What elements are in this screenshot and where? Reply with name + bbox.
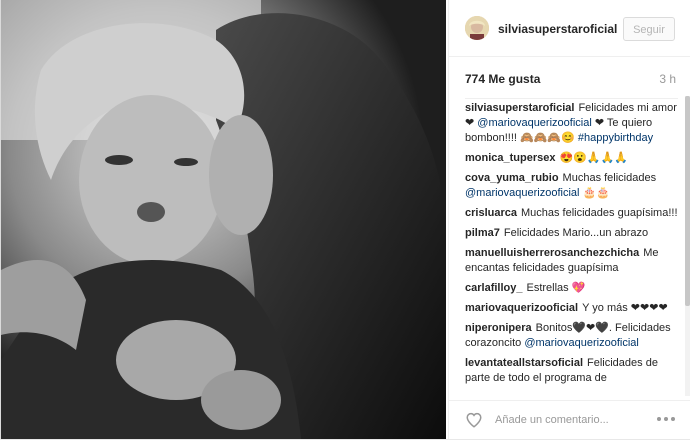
comment-text: Felicidades Mario...un abrazo [503,227,649,239]
comment-username[interactable]: carlafilloy_ [465,282,522,294]
comment-username[interactable]: manuelluisherrerosanchezchicha [465,247,639,259]
comment-text: Muchas felicidades guapísima!!! [520,207,678,219]
comment-username[interactable]: silviasuperstaroficial [465,102,574,114]
comment-item: monica_tupersex 😍😮🙏🙏🙏 [465,151,678,166]
comment-input[interactable] [493,409,647,431]
comment-username[interactable]: mariovaquerizooficial [465,302,578,314]
comment-username[interactable]: crisluarca [465,207,517,219]
post-author-username[interactable]: silviasuperstaroficial [498,22,617,36]
comment-mention[interactable]: @mariovaquerizooficial [477,117,592,129]
comment-text-suffix: 🎂🎂 [579,187,610,199]
comment-item: mariovaquerizooficial Y yo más ❤❤❤❤ [465,301,678,316]
comments-scrollbar[interactable] [685,96,690,396]
post-photo[interactable] [1,0,446,439]
comments-list: silviasuperstaroficial Felicidades mi amo… [465,98,678,399]
comment-mention[interactable]: @mariovaquerizooficial [465,187,580,199]
comment-mention[interactable]: @mariovaquerizooficial [524,337,639,349]
comment-bar [449,400,690,440]
comment-item: cova_yuma_rubio Muchas felicidades @mario… [465,171,678,201]
post-sidebar: silviasuperstaroficial Seguir 774 Me gus… [448,0,690,439]
likes-count[interactable]: 774 Me gusta [465,72,540,86]
comment-text: Muchas felicidades [562,172,657,184]
comment-item: levantateallstarsoficial Felicidades de p… [465,356,678,386]
comment-username[interactable]: cova_yuma_rubio [465,172,559,184]
comment-text: Estrellas 💖 [526,282,586,294]
ellipsis-icon[interactable] [655,415,677,423]
comment-item: pilma7 Felicidades Mario...un abrazo [465,226,678,241]
comment-username[interactable]: pilma7 [465,227,500,239]
post-stats: 774 Me gusta 3 h [465,72,676,88]
comment-item: niperonipera Bonitos🖤❤🖤. Felicidades cora… [465,321,678,351]
comment-username[interactable]: levantateallstarsoficial [465,357,583,369]
comment-username[interactable]: niperonipera [465,322,532,334]
avatar-image [465,16,489,40]
post-time[interactable]: 3 h [659,72,676,86]
comment-item: carlafilloy_ Estrellas 💖 [465,281,678,296]
comment-text: Y yo más ❤❤❤❤ [582,302,668,314]
comment-username[interactable]: monica_tupersex [465,152,555,164]
comment-item: crisluarca Muchas felicidades guapísima!!… [465,206,678,221]
post-header: silviasuperstaroficial Seguir [449,0,690,57]
heart-outline-icon[interactable] [465,411,483,429]
post-photo-image [1,0,446,439]
comment-text: 😍😮🙏🙏🙏 [559,152,628,164]
scrollbar-thumb[interactable] [685,96,690,306]
comment-item: manuelluisherrerosanchezchicha Me encanta… [465,246,678,276]
comment-item: silviasuperstaroficial Felicidades mi amo… [465,101,678,146]
instagram-post: silviasuperstaroficial Seguir 774 Me gus… [0,0,690,439]
comment-hashtag[interactable]: #happybirthday [578,132,653,144]
follow-button[interactable]: Seguir [623,17,675,41]
avatar[interactable] [465,16,489,40]
